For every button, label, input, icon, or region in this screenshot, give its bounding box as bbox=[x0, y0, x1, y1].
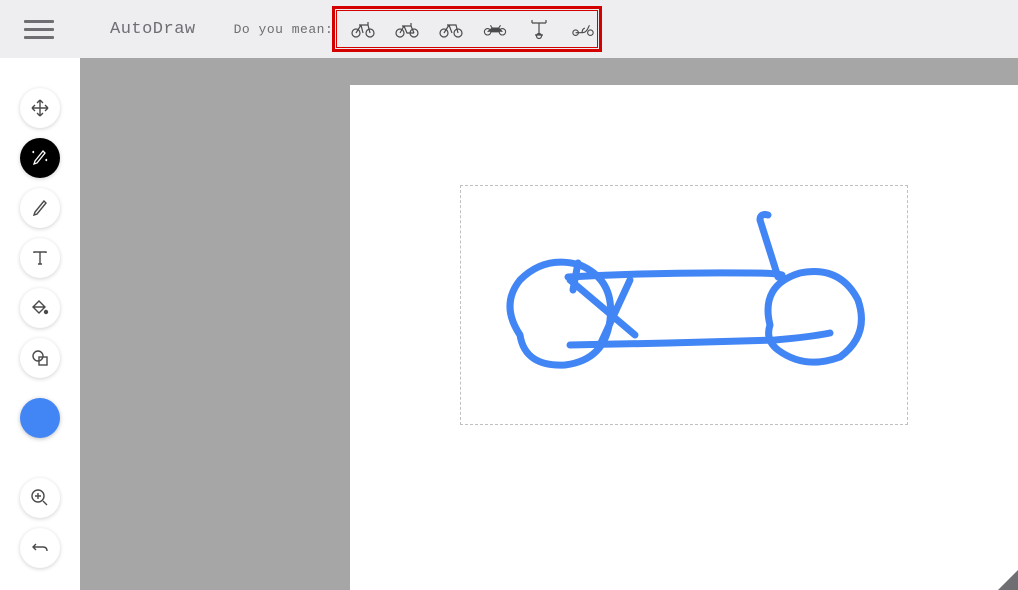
top-bar: AutoDraw Do you mean: bbox=[0, 0, 1018, 58]
canvas-resize-handle[interactable] bbox=[998, 570, 1018, 590]
canvas[interactable] bbox=[350, 85, 1018, 590]
undo-tool[interactable] bbox=[20, 528, 60, 568]
type-tool[interactable] bbox=[20, 238, 60, 278]
shape-tool[interactable] bbox=[20, 338, 60, 378]
suggestion-bicycle-icon[interactable] bbox=[395, 19, 419, 39]
draw-tool[interactable] bbox=[20, 188, 60, 228]
suggestion-strip bbox=[341, 15, 605, 43]
user-drawing bbox=[460, 185, 908, 425]
left-toolbar bbox=[0, 58, 80, 590]
fill-tool[interactable] bbox=[20, 288, 60, 328]
suggestion-scooter-icon[interactable] bbox=[571, 19, 595, 39]
suggestion-motorcycle-icon[interactable] bbox=[483, 19, 507, 39]
color-picker[interactable] bbox=[20, 398, 60, 438]
select-tool[interactable] bbox=[20, 88, 60, 128]
zoom-tool[interactable] bbox=[20, 478, 60, 518]
suggestion-bicycle-icon[interactable] bbox=[439, 19, 463, 39]
autodraw-tool[interactable] bbox=[20, 138, 60, 178]
hamburger-menu-icon[interactable] bbox=[24, 14, 54, 44]
suggestion-bike-front-icon[interactable] bbox=[527, 19, 551, 39]
suggestion-bicycle-icon[interactable] bbox=[351, 19, 375, 39]
suggestion-prompt: Do you mean: bbox=[234, 22, 334, 37]
app-title: AutoDraw bbox=[110, 20, 196, 39]
